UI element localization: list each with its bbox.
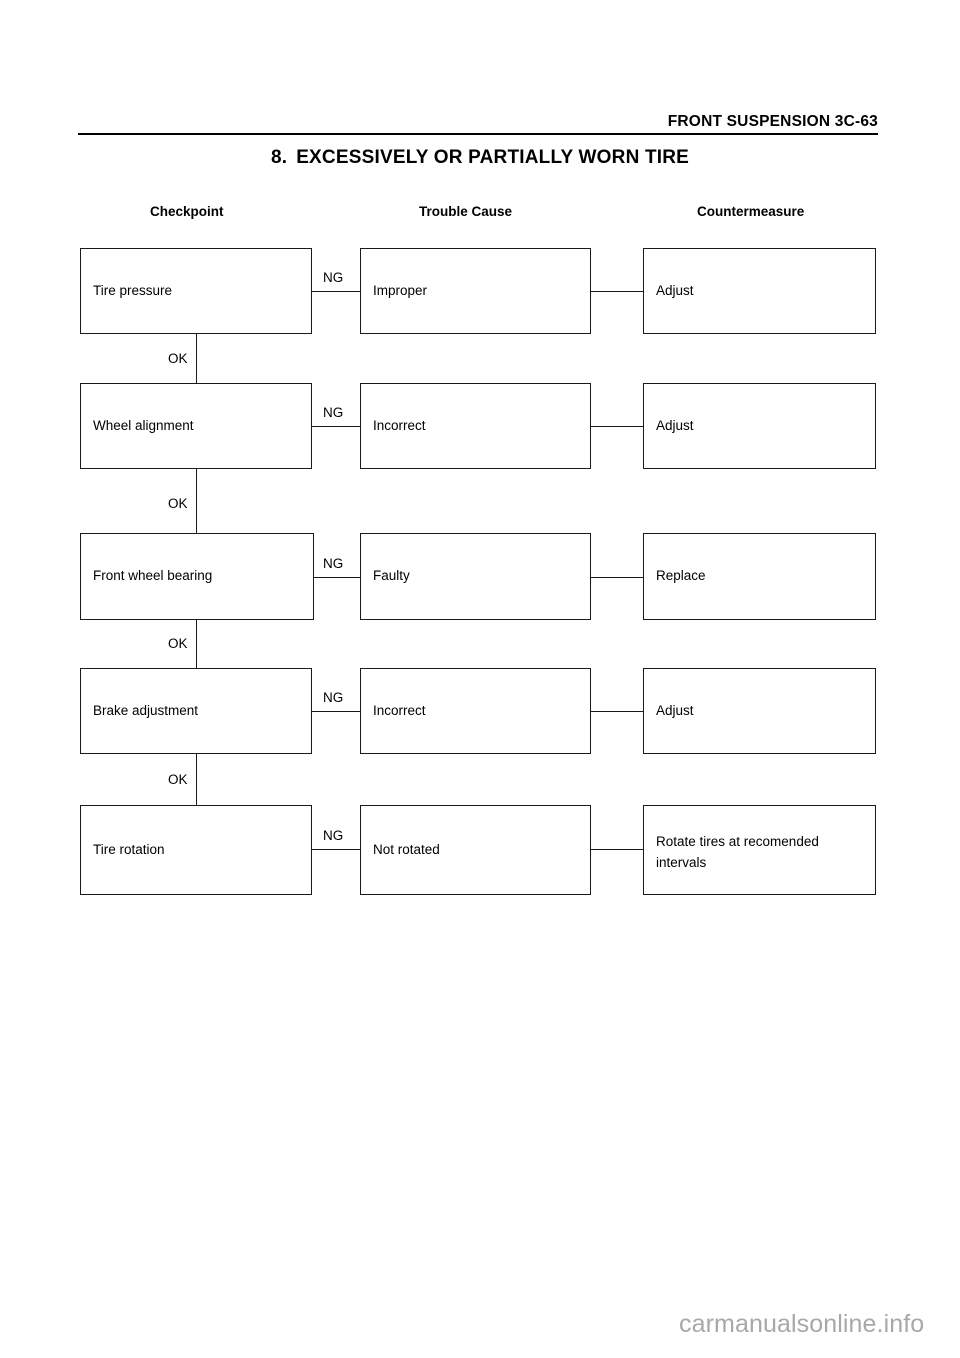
countermeasure-box-3: Replace bbox=[643, 533, 876, 620]
ng-edge-label-1: NG bbox=[322, 270, 345, 285]
ng-edge-label-5: NG bbox=[322, 828, 345, 843]
ng-connector-1 bbox=[312, 291, 360, 292]
trouble-cause-label-2: Incorrect bbox=[373, 417, 426, 433]
checkpoint-box-5: Tire rotation bbox=[80, 805, 312, 895]
countermeasure-box-2: Adjust bbox=[643, 383, 876, 469]
ng-connector-4 bbox=[312, 711, 360, 712]
troubleshooting-flowchart: Tire pressure NG Improper Adjust OK Whee… bbox=[0, 0, 960, 1358]
countermeasure-label-2: Adjust bbox=[656, 417, 694, 433]
checkpoint-label-1: Tire pressure bbox=[93, 282, 173, 298]
checkpoint-label-3: Front wheel bearing bbox=[93, 568, 213, 584]
ng-connector-3 bbox=[314, 577, 360, 578]
checkpoint-label-5: Tire rotation bbox=[93, 841, 165, 857]
countermeasure-connector-5 bbox=[591, 849, 643, 850]
trouble-cause-label-4: Incorrect bbox=[373, 702, 426, 718]
countermeasure-box-4: Adjust bbox=[643, 668, 876, 754]
site-watermark: carmanualsonline.info bbox=[679, 1310, 925, 1338]
trouble-cause-box-3: Faulty bbox=[360, 533, 591, 620]
checkpoint-box-3: Front wheel bearing bbox=[80, 533, 314, 620]
ok-edge-label-4: OK bbox=[167, 772, 189, 787]
trouble-cause-label-1: Improper bbox=[373, 282, 428, 298]
countermeasure-connector-1 bbox=[591, 291, 643, 292]
checkpoint-box-2: Wheel alignment bbox=[80, 383, 312, 469]
ng-connector-5 bbox=[312, 849, 360, 850]
ok-connector-3 bbox=[196, 620, 197, 668]
ok-connector-4 bbox=[196, 754, 197, 805]
ok-edge-label-1: OK bbox=[167, 351, 189, 366]
trouble-cause-box-2: Incorrect bbox=[360, 383, 591, 469]
countermeasure-box-1: Adjust bbox=[643, 248, 876, 334]
trouble-cause-box-4: Incorrect bbox=[360, 668, 591, 754]
checkpoint-label-2: Wheel alignment bbox=[93, 417, 194, 433]
countermeasure-label-5: Rotate tires at recomended intervals bbox=[656, 834, 819, 870]
trouble-cause-box-1: Improper bbox=[360, 248, 591, 334]
checkpoint-box-4: Brake adjustment bbox=[80, 668, 312, 754]
countermeasure-connector-4 bbox=[591, 711, 643, 712]
ng-edge-label-4: NG bbox=[322, 690, 345, 705]
ng-edge-label-3: NG bbox=[322, 556, 345, 571]
trouble-cause-label-3: Faulty bbox=[373, 568, 410, 584]
ok-edge-label-2: OK bbox=[167, 496, 189, 511]
countermeasure-box-5: Rotate tires at recomended intervals bbox=[643, 805, 876, 895]
trouble-cause-label-5: Not rotated bbox=[373, 841, 440, 857]
ok-edge-label-3: OK bbox=[167, 636, 189, 651]
ok-connector-1 bbox=[196, 334, 197, 383]
checkpoint-label-4: Brake adjustment bbox=[93, 702, 199, 718]
countermeasure-label-1: Adjust bbox=[656, 282, 694, 298]
ng-edge-label-2: NG bbox=[322, 405, 345, 420]
countermeasure-connector-3 bbox=[591, 577, 643, 578]
countermeasure-label-4: Adjust bbox=[656, 702, 694, 718]
countermeasure-label-3: Replace bbox=[656, 568, 706, 584]
trouble-cause-box-5: Not rotated bbox=[360, 805, 591, 895]
countermeasure-connector-2 bbox=[591, 426, 643, 427]
ok-connector-2 bbox=[196, 469, 197, 533]
checkpoint-box-1: Tire pressure bbox=[80, 248, 312, 334]
document-page: FRONT SUSPENSION 3C-63 8. EXCESSIVELY OR … bbox=[0, 0, 960, 1358]
ng-connector-2 bbox=[312, 426, 360, 427]
